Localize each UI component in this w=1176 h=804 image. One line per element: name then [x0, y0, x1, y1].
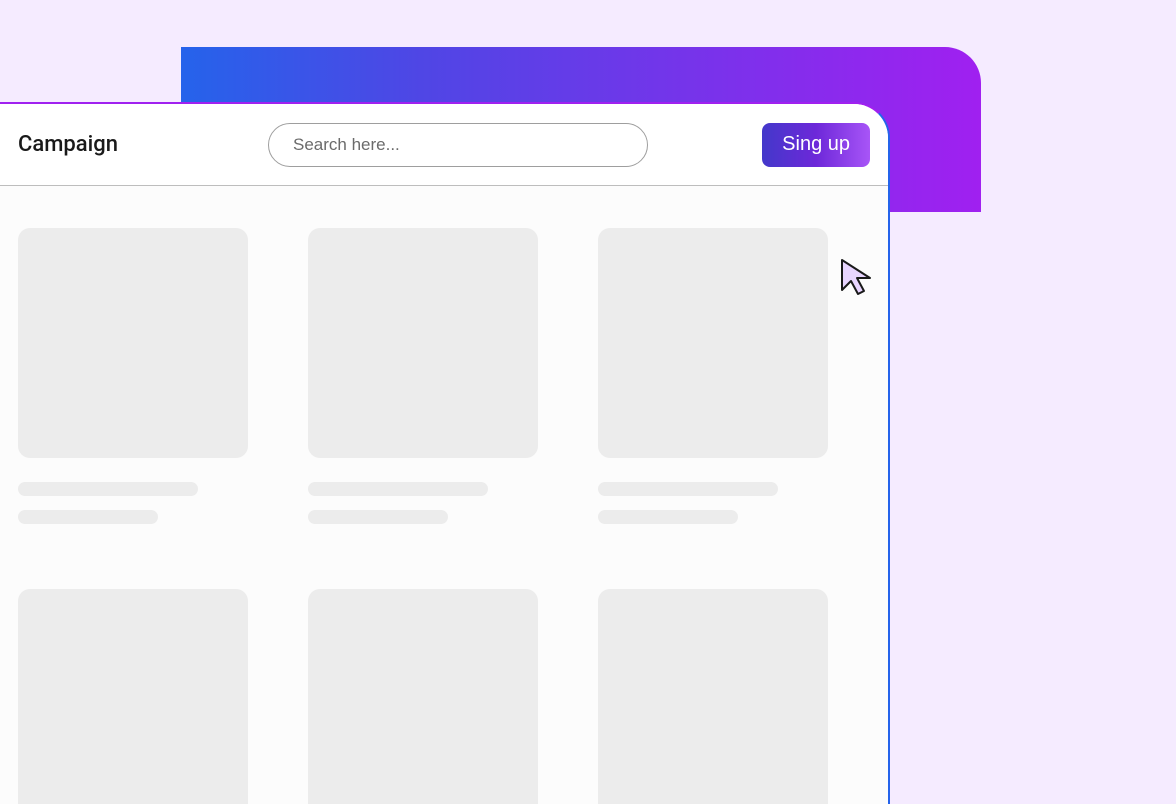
card-item[interactable] [598, 228, 828, 524]
card-image-placeholder [18, 589, 248, 804]
content-area [0, 186, 888, 804]
card-image-placeholder [598, 228, 828, 458]
card-item[interactable] [308, 228, 538, 524]
card-image-placeholder [598, 589, 828, 804]
cursor-icon [838, 256, 880, 298]
header-bar: Campaign Sing up [0, 104, 888, 186]
search-wrapper [268, 123, 648, 167]
card-image-placeholder [308, 228, 538, 458]
main-window: Campaign Sing up [0, 102, 890, 804]
background-container: Campaign Sing up [0, 0, 1176, 804]
card-text-placeholder [598, 510, 738, 524]
card-image-placeholder [18, 228, 248, 458]
card-image-placeholder [308, 589, 538, 804]
card-text-placeholder [18, 482, 198, 496]
card-text-placeholder [308, 482, 488, 496]
card-item[interactable] [18, 589, 248, 804]
card-text-placeholder [598, 482, 778, 496]
grid-row [18, 589, 870, 804]
search-input[interactable] [268, 123, 648, 167]
card-item[interactable] [18, 228, 248, 524]
card-text-placeholder [308, 510, 448, 524]
card-grid [18, 228, 870, 804]
page-title: Campaign [18, 132, 148, 157]
signup-button[interactable]: Sing up [762, 123, 870, 167]
grid-row [18, 228, 870, 524]
card-text-placeholder [18, 510, 158, 524]
card-item[interactable] [598, 589, 828, 804]
card-item[interactable] [308, 589, 538, 804]
